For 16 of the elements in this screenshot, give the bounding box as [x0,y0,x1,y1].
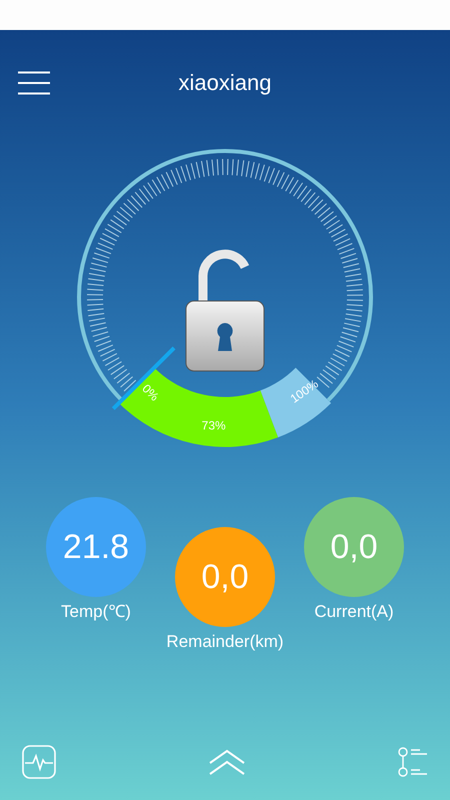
reading-value: 0,0 [175,527,275,627]
heartbeat-icon[interactable] [22,745,56,779]
chevrons-up-icon[interactable] [209,749,245,775]
reading-value: 21.8 [46,497,146,597]
reading-label: Current(A) [314,601,394,623]
menu-icon[interactable] [17,70,51,94]
gauge-track [260,368,332,438]
unlocked-padlock-icon[interactable] [186,250,264,372]
start-percent-label: 0% [139,381,162,404]
reading-label: Temp(℃) [61,601,131,623]
gauge-needle [112,346,176,410]
timeline-icon[interactable] [398,747,428,777]
level-percent-label: 73% [202,418,226,433]
reading-value: 0,0 [304,497,404,597]
reading-label: Remainder(km) [166,631,284,653]
app-title: xiaoxiang [178,69,272,97]
